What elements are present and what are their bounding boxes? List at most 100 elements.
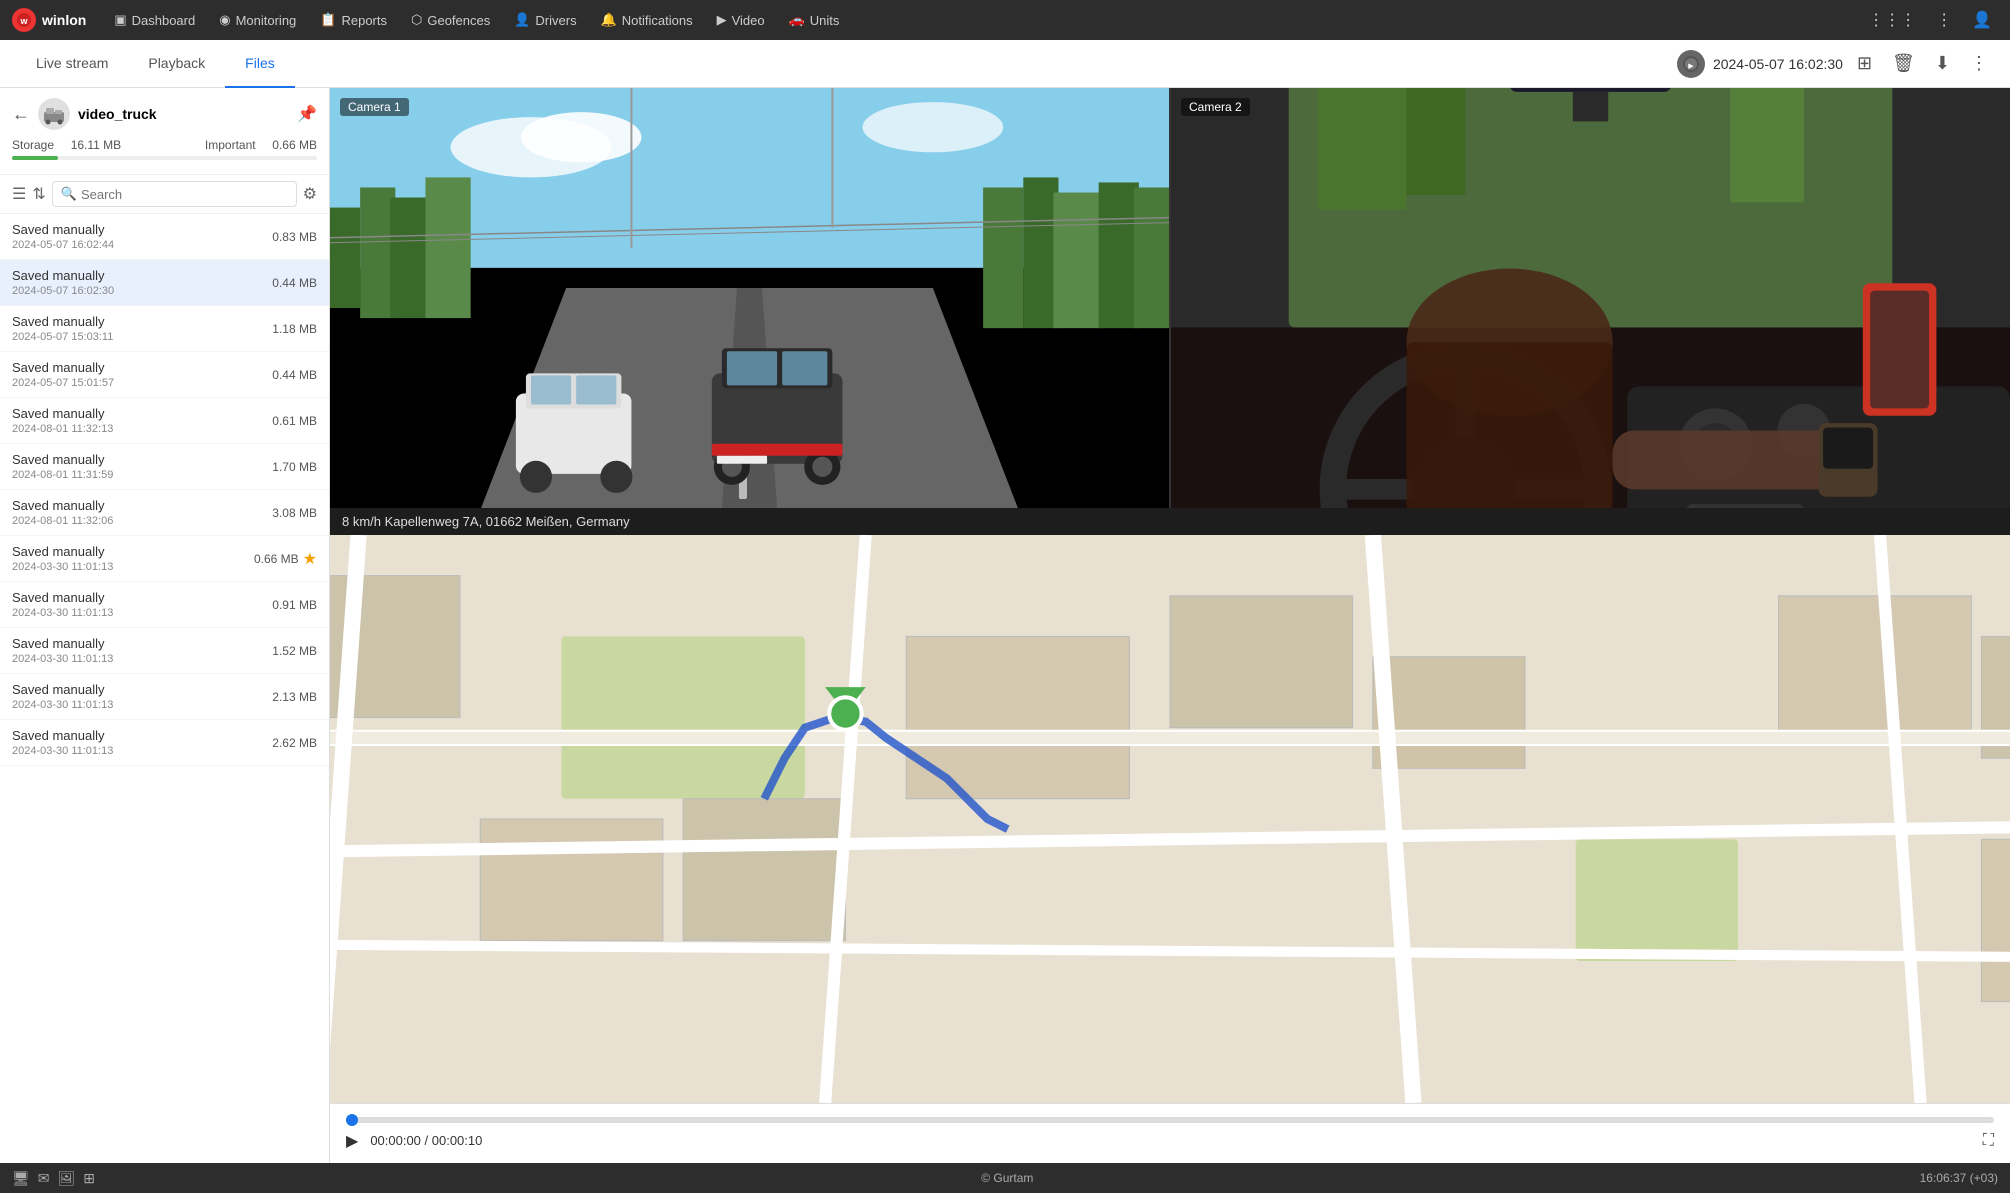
- file-title: Saved manually: [12, 222, 264, 237]
- storage-row: Storage 16.11 MB Important 0.66 MB: [12, 138, 317, 152]
- progress-bar[interactable]: [346, 1117, 1994, 1123]
- list-item[interactable]: Saved manually 2024-08-01 11:31:59 1.70 …: [0, 444, 329, 490]
- list-item[interactable]: Saved manually 2024-08-01 11:32:13 0.61 …: [0, 398, 329, 444]
- file-size: 0.61 MB: [272, 414, 317, 428]
- file-title: Saved manually: [12, 590, 264, 605]
- list-item[interactable]: Saved manually 2024-03-30 11:01:13 0.91 …: [0, 582, 329, 628]
- time-display: 00:00:00 / 00:00:10: [370, 1133, 482, 1148]
- file-timestamp: ▶ 2024-05-07 16:02:30: [1677, 50, 1843, 78]
- file-info: Saved manually 2024-03-30 11:01:13: [12, 544, 246, 573]
- important-label: Important 0.66 MB: [205, 138, 317, 152]
- nav-item-units[interactable]: 🚗 Units: [777, 0, 852, 40]
- file-size: 0.44 MB: [272, 368, 317, 382]
- nav-icon-geofences: ⬡: [411, 12, 422, 28]
- left-panel-header: ← video_truck 📌 Storage 16.11 MB Importa…: [0, 88, 329, 175]
- more-file-actions-button[interactable]: ⋮: [1964, 49, 1994, 78]
- list-view-button[interactable]: ☰: [12, 184, 26, 204]
- list-item[interactable]: Saved manually 2024-03-30 11:01:13 2.62 …: [0, 720, 329, 766]
- nav-icon-video: ▶: [717, 12, 727, 28]
- file-title: Saved manually: [12, 636, 264, 651]
- file-info: Saved manually 2024-05-07 15:03:11: [12, 314, 264, 343]
- status-icons: 🖥 ✉ 🖼 ⊞: [12, 1170, 95, 1187]
- nav-icon-units: 🚗: [789, 12, 805, 28]
- download-file-button[interactable]: ⬇: [1929, 49, 1956, 78]
- list-item[interactable]: Saved manually 2024-05-07 16:02:30 0.44 …: [0, 260, 329, 306]
- file-size: 0.44 MB: [272, 276, 317, 290]
- main-layout: ← video_truck 📌 Storage 16.11 MB Importa…: [0, 88, 2010, 1163]
- nav-item-monitoring[interactable]: ◉Monitoring: [207, 0, 308, 40]
- list-item[interactable]: Saved manually 2024-05-07 15:03:11 1.18 …: [0, 306, 329, 352]
- search-box: 🔍: [52, 181, 297, 207]
- file-title: Saved manually: [12, 314, 264, 329]
- list-item[interactable]: Saved manually 2024-05-07 15:01:57 0.44 …: [0, 352, 329, 398]
- nav-label-video: Video: [732, 13, 765, 28]
- progress-dot: [346, 1114, 358, 1126]
- camera1-panel: Camera 1: [330, 88, 1169, 508]
- file-title: Saved manually: [12, 268, 264, 283]
- search-input[interactable]: [81, 187, 288, 202]
- back-button[interactable]: ←: [12, 104, 30, 125]
- playback-controls: ▶ 00:00:00 / 00:00:10 ⛶: [330, 1103, 2010, 1163]
- unit-name: video_truck: [78, 106, 289, 122]
- file-title: Saved manually: [12, 406, 264, 421]
- file-size: 0.91 MB: [272, 598, 317, 612]
- file-size: 1.18 MB: [272, 322, 317, 336]
- map-area[interactable]: © OpenStreetMap contributors + −: [330, 535, 2010, 1103]
- file-title: Saved manually: [12, 728, 264, 743]
- file-info: Saved manually 2024-08-01 11:32:06: [12, 498, 264, 527]
- nav-icon-notifications: 🔔: [601, 12, 617, 28]
- nav-icon-drivers: 👤: [514, 12, 530, 28]
- list-item[interactable]: Saved manually 2024-08-01 11:32:06 3.08 …: [0, 490, 329, 536]
- sort-button[interactable]: ⇅: [32, 184, 45, 204]
- list-item[interactable]: Saved manually 2024-03-30 11:01:13 1.52 …: [0, 628, 329, 674]
- nav-item-video[interactable]: ▶ Video: [705, 0, 777, 40]
- file-info: Saved manually 2024-08-01 11:31:59: [12, 452, 264, 481]
- play-button[interactable]: ▶: [346, 1131, 358, 1151]
- image-icon: 🖼: [58, 1170, 76, 1187]
- nav-icon-monitoring: ◉: [219, 12, 230, 28]
- nav-label-units: Units: [810, 13, 840, 28]
- timestamp-text: 2024-05-07 16:02:30: [1713, 56, 1843, 72]
- filter-button[interactable]: ⚙: [303, 184, 317, 204]
- grid-apps-button[interactable]: ⋮⋮⋮: [1862, 6, 1922, 34]
- files-list: Saved manually 2024-05-07 16:02:44 0.83 …: [0, 214, 329, 1163]
- camera1-label: Camera 1: [340, 98, 409, 116]
- file-info: Saved manually 2024-05-07 15:01:57: [12, 360, 264, 389]
- tab-playback[interactable]: Playback: [128, 40, 225, 88]
- list-item[interactable]: Saved manually 2024-05-07 16:02:44 0.83 …: [0, 214, 329, 260]
- tabs-container: Live streamPlaybackFiles: [16, 40, 295, 88]
- camera1-video: [330, 88, 1169, 508]
- nav-item-reports[interactable]: 📋Reports: [308, 0, 399, 40]
- nav-item-drivers[interactable]: 👤Drivers: [502, 0, 588, 40]
- storage-label: Storage 16.11 MB: [12, 138, 121, 152]
- file-info: Saved manually 2024-05-07 16:02:30: [12, 268, 264, 297]
- user-account-button[interactable]: 👤: [1966, 6, 1998, 34]
- file-size: 2.62 MB: [272, 736, 317, 750]
- file-info: Saved manually 2024-05-07 16:02:44: [12, 222, 264, 251]
- video-grid: Camera 1: [330, 88, 2010, 508]
- tab-live-stream[interactable]: Live stream: [16, 40, 128, 88]
- nav-right-actions: ⋮⋮⋮ ⋮ 👤: [1862, 6, 1998, 34]
- tab-files[interactable]: Files: [225, 40, 295, 88]
- nav-item-notifications[interactable]: 🔔Notifications: [589, 0, 705, 40]
- more-options-button[interactable]: ⋮: [1930, 6, 1958, 34]
- file-date: 2024-05-07 16:02:44: [12, 239, 264, 251]
- nav-item-geofences[interactable]: ⬡Geofences: [399, 0, 502, 40]
- nav-icon-dashboard: ▣: [114, 12, 126, 28]
- app-logo[interactable]: w winlon: [12, 8, 86, 32]
- unit-row: ← video_truck 📌: [12, 98, 317, 130]
- file-title: Saved manually: [12, 498, 264, 513]
- unit-pin-button[interactable]: 📌: [297, 104, 317, 124]
- list-item[interactable]: Saved manually 2024-03-30 11:01:13 2.13 …: [0, 674, 329, 720]
- fullscreen-button[interactable]: ⛶: [1983, 1132, 1994, 1150]
- file-title: Saved manually: [12, 452, 264, 467]
- nav-items: ▣Dashboard◉Monitoring📋Reports⬡Geofences👤…: [102, 0, 851, 40]
- split-view-button[interactable]: ⊞: [1851, 49, 1878, 78]
- mail-icon: ✉: [38, 1170, 50, 1187]
- status-bar: 🖥 ✉ 🖼 ⊞ © Gurtam 16:06:37 (+03): [0, 1163, 2010, 1193]
- star-icon: ★: [303, 549, 317, 569]
- nav-label-reports: Reports: [341, 13, 387, 28]
- delete-file-button[interactable]: 🗑: [1886, 49, 1921, 78]
- nav-item-dashboard[interactable]: ▣Dashboard: [102, 0, 207, 40]
- list-item[interactable]: Saved manually 2024-03-30 11:01:13 0.66 …: [0, 536, 329, 582]
